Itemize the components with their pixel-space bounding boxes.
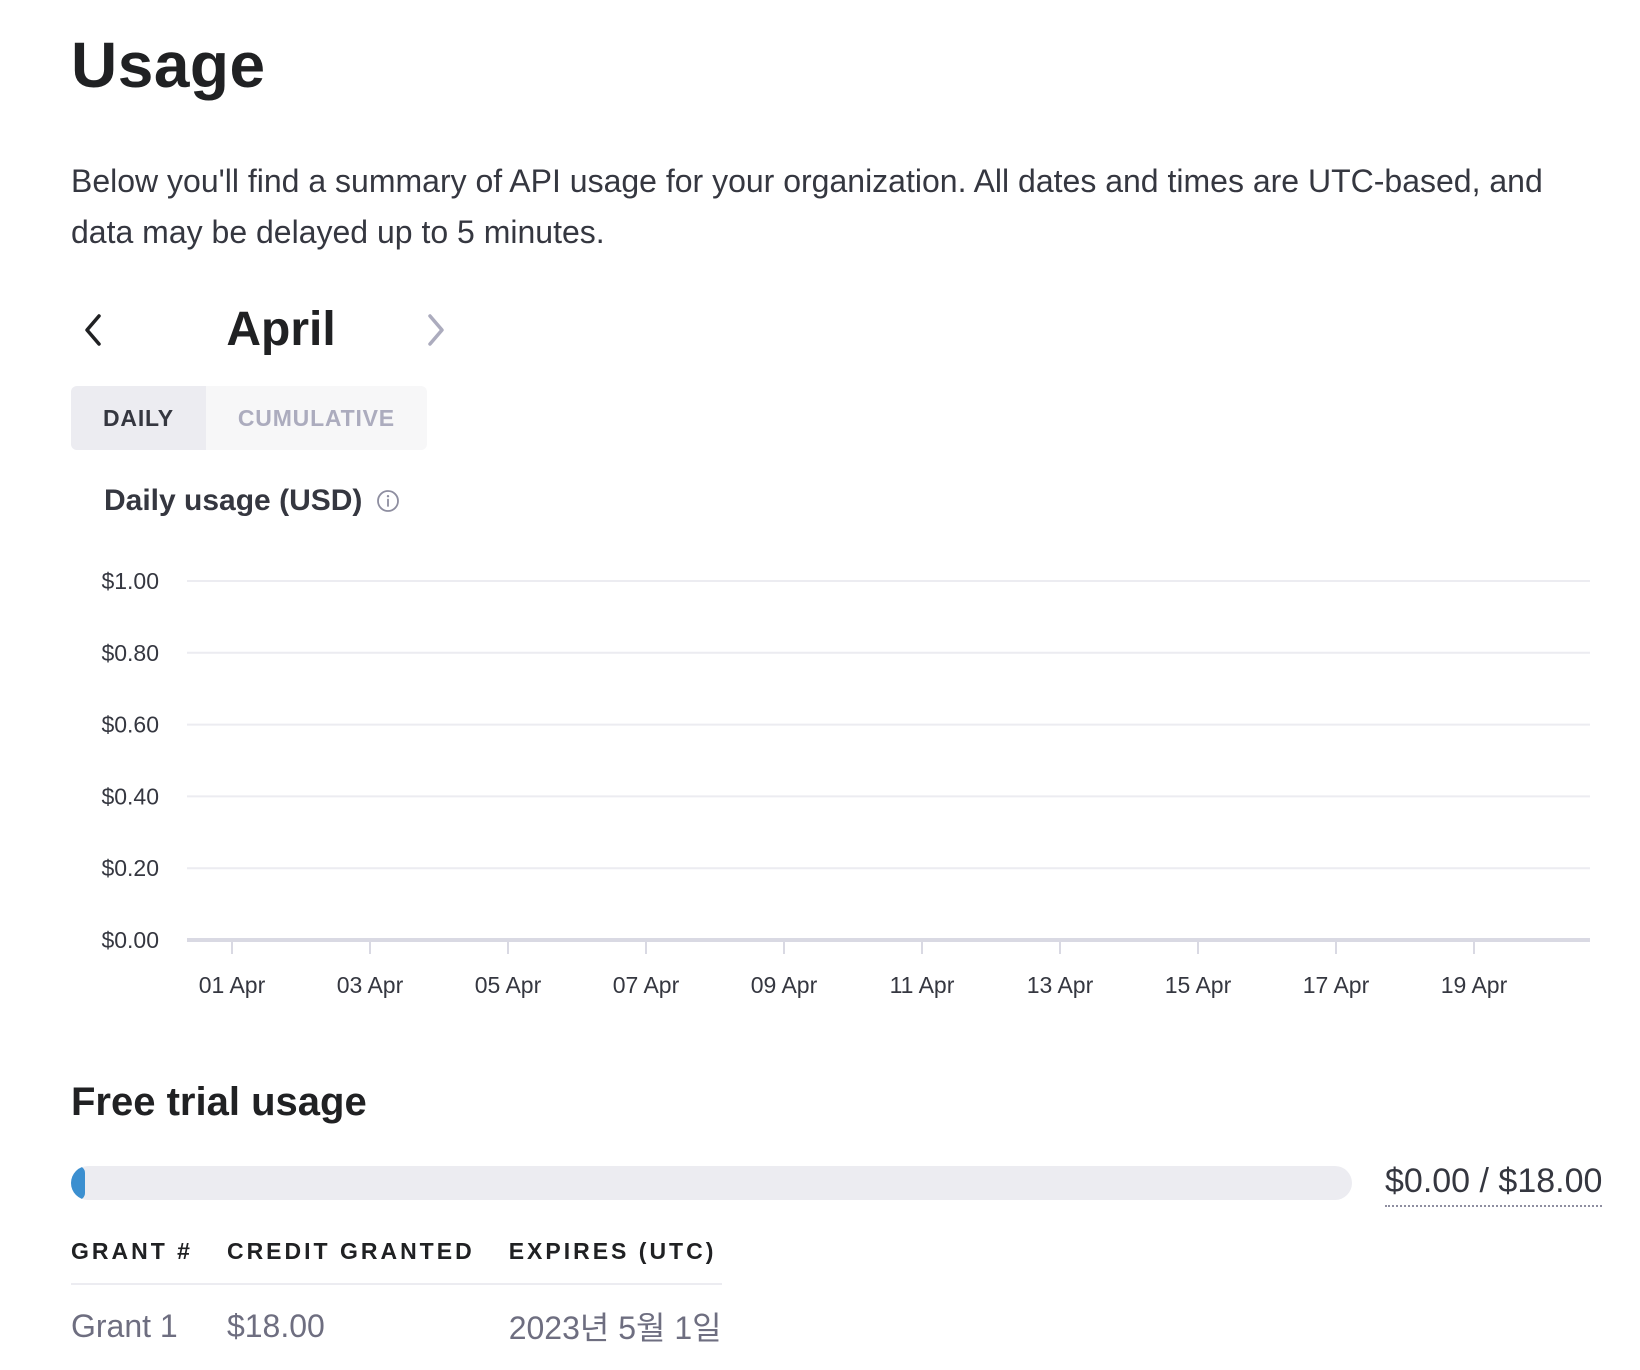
column-header-expires: EXPIRES (UTC) [508, 1238, 722, 1285]
x-tick-label: 15 Apr [1165, 972, 1232, 998]
x-tick-label: 03 Apr [337, 972, 404, 998]
expires-cell: 2023년 5월 1일 [508, 1310, 722, 1346]
y-tick-label: $0.00 [101, 927, 159, 953]
x-tick-label: 13 Apr [1027, 972, 1094, 998]
y-tick-label: $0.40 [101, 783, 159, 809]
grants-table: GRANT # CREDIT GRANTED EXPIRES (UTC) Gra… [71, 1238, 722, 1349]
grants-header-row: GRANT # CREDIT GRANTED EXPIRES (UTC) [71, 1238, 722, 1285]
y-tick-label: $0.80 [101, 640, 159, 666]
x-tick-label: 01 Apr [199, 972, 266, 998]
column-header-grant: GRANT # [71, 1238, 227, 1285]
free-trial-title: Free trial usage [71, 1080, 367, 1124]
y-tick-label: $1.00 [101, 568, 159, 594]
x-tick-label: 05 Apr [475, 972, 542, 998]
daily-usage-chart: $0.00 $0.20 $0.40 $0.60 $0.80 $1.00 01 Apr 03 A… [101, 568, 1590, 998]
y-tick-label: $0.60 [101, 712, 159, 738]
x-tick-label: 11 Apr [890, 972, 955, 998]
free-trial-progress-fill [71, 1166, 85, 1200]
table-row: Grant 1 $18.00 2023년 5월 1일 [71, 1284, 722, 1349]
free-trial-progress-bar [71, 1166, 1352, 1200]
column-header-credit-granted: CREDIT GRANTED [226, 1238, 509, 1285]
x-tick-label: 07 Apr [613, 972, 680, 998]
credit-granted-cell: $18.00 [226, 1307, 325, 1344]
x-tick-label: 17 Apr [1303, 972, 1370, 998]
x-tick-label: 09 Apr [751, 972, 818, 998]
x-tick-label: 19 Apr [1441, 972, 1508, 998]
free-trial-usage-value[interactable]: $0.00 / $18.00 [1385, 1162, 1603, 1207]
y-tick-label: $0.20 [101, 855, 159, 881]
grant-name-cell: Grant 1 [71, 1307, 178, 1344]
